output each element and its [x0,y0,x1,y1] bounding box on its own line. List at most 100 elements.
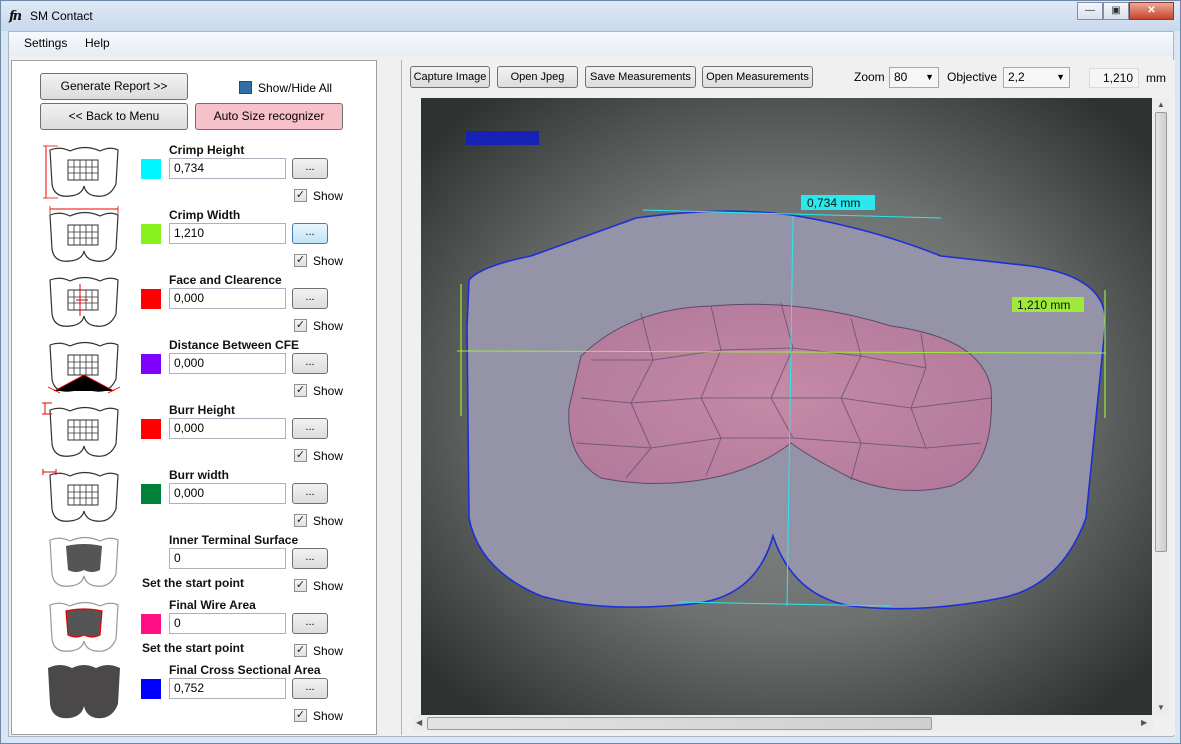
final-cross-sectional-show-label: Show [313,709,344,723]
final-cross-sectional-label: Final Cross Sectional Area [169,663,321,677]
distance-cfe-picker-button[interactable]: ... [292,353,328,374]
measurement-panel: Generate Report >> << Back to Menu Auto … [11,60,377,735]
final-wire-area-color-swatch [141,614,161,634]
minimize-button[interactable]: — [1077,2,1103,20]
final-wire-area-value[interactable]: 0 [169,613,286,634]
vertical-scrollbar[interactable]: ▲ ▼ [1153,98,1169,715]
burr-height-label: Burr Height [169,403,235,417]
window-title: SM Contact [30,9,93,23]
crimp-height-show-label: Show [313,189,344,203]
burr-width-value[interactable]: 0,000 [169,483,286,504]
crimp-width-picker-button[interactable]: ... [292,223,328,244]
face-clearence-show-checkbox[interactable]: ✓ [294,319,307,332]
zoom-label: Zoom [854,70,885,84]
microscope-image[interactable]: 0,752 mm^2 0,734 mm 1,210 mm [421,98,1152,715]
window-controls: — ▣ ✕ [1077,2,1174,20]
final-cross-sectional-value[interactable]: 0,752 [169,678,286,699]
capture-image-button[interactable]: Capture Image [410,66,490,88]
inner-terminal-surface-diagram [40,530,124,592]
area-label: 0,752 mm^2 [471,133,531,145]
menu-bar: Settings Help [9,32,1173,56]
burr-height-picker-button[interactable]: ... [292,418,328,439]
generate-report-button[interactable]: Generate Report >> [40,73,188,100]
open-jpeg-button[interactable]: Open Jpeg [497,66,578,88]
burr-width-picker-button[interactable]: ... [292,483,328,504]
menu-settings[interactable]: Settings [24,36,67,50]
burr-width-diagram [40,465,124,527]
horizontal-scroll-thumb[interactable] [427,717,932,730]
scroll-right-icon[interactable]: ▶ [1141,718,1147,727]
inner-terminal-surface-label: Inner Terminal Surface [169,533,299,547]
auto-size-recognizer-button[interactable]: Auto Size recognizer [195,103,343,130]
horizontal-scrollbar[interactable]: ◀ ▶ [413,715,1153,732]
crimp-height-value[interactable]: 0,734 [169,158,286,179]
burr-width-color-swatch [141,484,161,504]
burr-width-show-checkbox[interactable]: ✓ [294,514,307,527]
scroll-left-icon[interactable]: ◀ [416,718,422,727]
burr-width-label: Burr width [169,468,229,482]
final-wire-area-label: Final Wire Area [169,598,256,612]
crimp-height-diagram [40,140,124,202]
objective-select[interactable]: 2,2 ▼ [1003,67,1070,88]
final-cross-sectional-show-checkbox[interactable]: ✓ [294,709,307,722]
burr-height-show-checkbox[interactable]: ✓ [294,449,307,462]
inner-terminal-surface-show-checkbox[interactable]: ✓ [294,579,307,592]
scroll-up-icon[interactable]: ▲ [1157,100,1165,109]
final-cross-sectional-color-swatch [141,679,161,699]
inner-terminal-surface-show-label: Show [313,579,344,593]
objective-value: 2,2 [1008,70,1025,84]
save-measurements-button[interactable]: Save Measurements [585,66,696,88]
width-label: 1,210 mm [1017,298,1070,312]
title-bar[interactable]: fn SM Contact — ▣ ✕ [1,1,1180,31]
distance-cfe-label: Distance Between CFE [169,338,300,352]
scroll-down-icon[interactable]: ▼ [1157,703,1165,712]
objective-label: Objective [947,70,998,84]
final-wire-area-picker-button[interactable]: ... [292,613,328,634]
crimp-width-diagram [40,205,124,267]
chevron-down-icon: ▼ [1056,72,1065,82]
menu-help[interactable]: Help [85,36,110,50]
chevron-down-icon: ▼ [925,72,934,82]
client-area: Settings Help Generate Report >> << Back… [8,31,1175,737]
crimp-height-label: Crimp Height [169,143,245,157]
crimp-height-color-swatch [141,159,161,179]
face-clearence-label: Face and Clearence [169,273,282,287]
open-measurements-button[interactable]: Open Measurements [702,66,813,88]
face-clearence-color-swatch [141,289,161,309]
face-clearence-value[interactable]: 0,000 [169,288,286,309]
zoom-select[interactable]: 80 ▼ [889,67,939,88]
crimp-height-picker-button[interactable]: ... [292,158,328,179]
crimp-width-show-checkbox[interactable]: ✓ [294,254,307,267]
distance-cfe-show-label: Show [313,384,344,398]
vertical-scroll-thumb[interactable] [1155,112,1167,552]
cross-section-view: 0,752 mm^2 0,734 mm 1,210 mm [421,98,1152,715]
face-clearence-diagram [40,270,124,332]
inner-terminal-surface-picker-button[interactable]: ... [292,548,328,569]
maximize-button[interactable]: ▣ [1103,2,1129,20]
inner-terminal-start-point-hint: Set the start point [142,576,245,590]
inner-terminal-surface-value[interactable]: 0 [169,548,286,569]
distance-cfe-value[interactable]: 0,000 [169,353,286,374]
image-panel: Capture Image Open Jpeg Save Measurement… [401,60,1175,735]
face-clearence-show-label: Show [313,319,344,333]
final-wire-area-diagram [40,595,124,657]
crimp-width-value[interactable]: 1,210 [169,223,286,244]
crimp-width-color-swatch [141,224,161,244]
show-hide-all-checkbox[interactable] [239,81,252,94]
distance-cfe-show-checkbox[interactable]: ✓ [294,384,307,397]
measurement-readout: 1,210 [1089,68,1139,88]
burr-height-color-swatch [141,419,161,439]
crimp-height-show-checkbox[interactable]: ✓ [294,189,307,202]
height-label: 0,734 mm [807,196,860,210]
zoom-value: 80 [894,70,908,84]
back-to-menu-button[interactable]: << Back to Menu [40,103,188,130]
burr-height-show-label: Show [313,449,344,463]
final-cross-sectional-area-diagram [40,660,124,722]
close-button[interactable]: ✕ [1129,2,1174,20]
final-cross-sectional-picker-button[interactable]: ... [292,678,328,699]
face-clearence-picker-button[interactable]: ... [292,288,328,309]
final-wire-area-show-checkbox[interactable]: ✓ [294,644,307,657]
burr-height-value[interactable]: 0,000 [169,418,286,439]
distance-cfe-color-swatch [141,354,161,374]
unit-label: mm [1146,71,1166,85]
